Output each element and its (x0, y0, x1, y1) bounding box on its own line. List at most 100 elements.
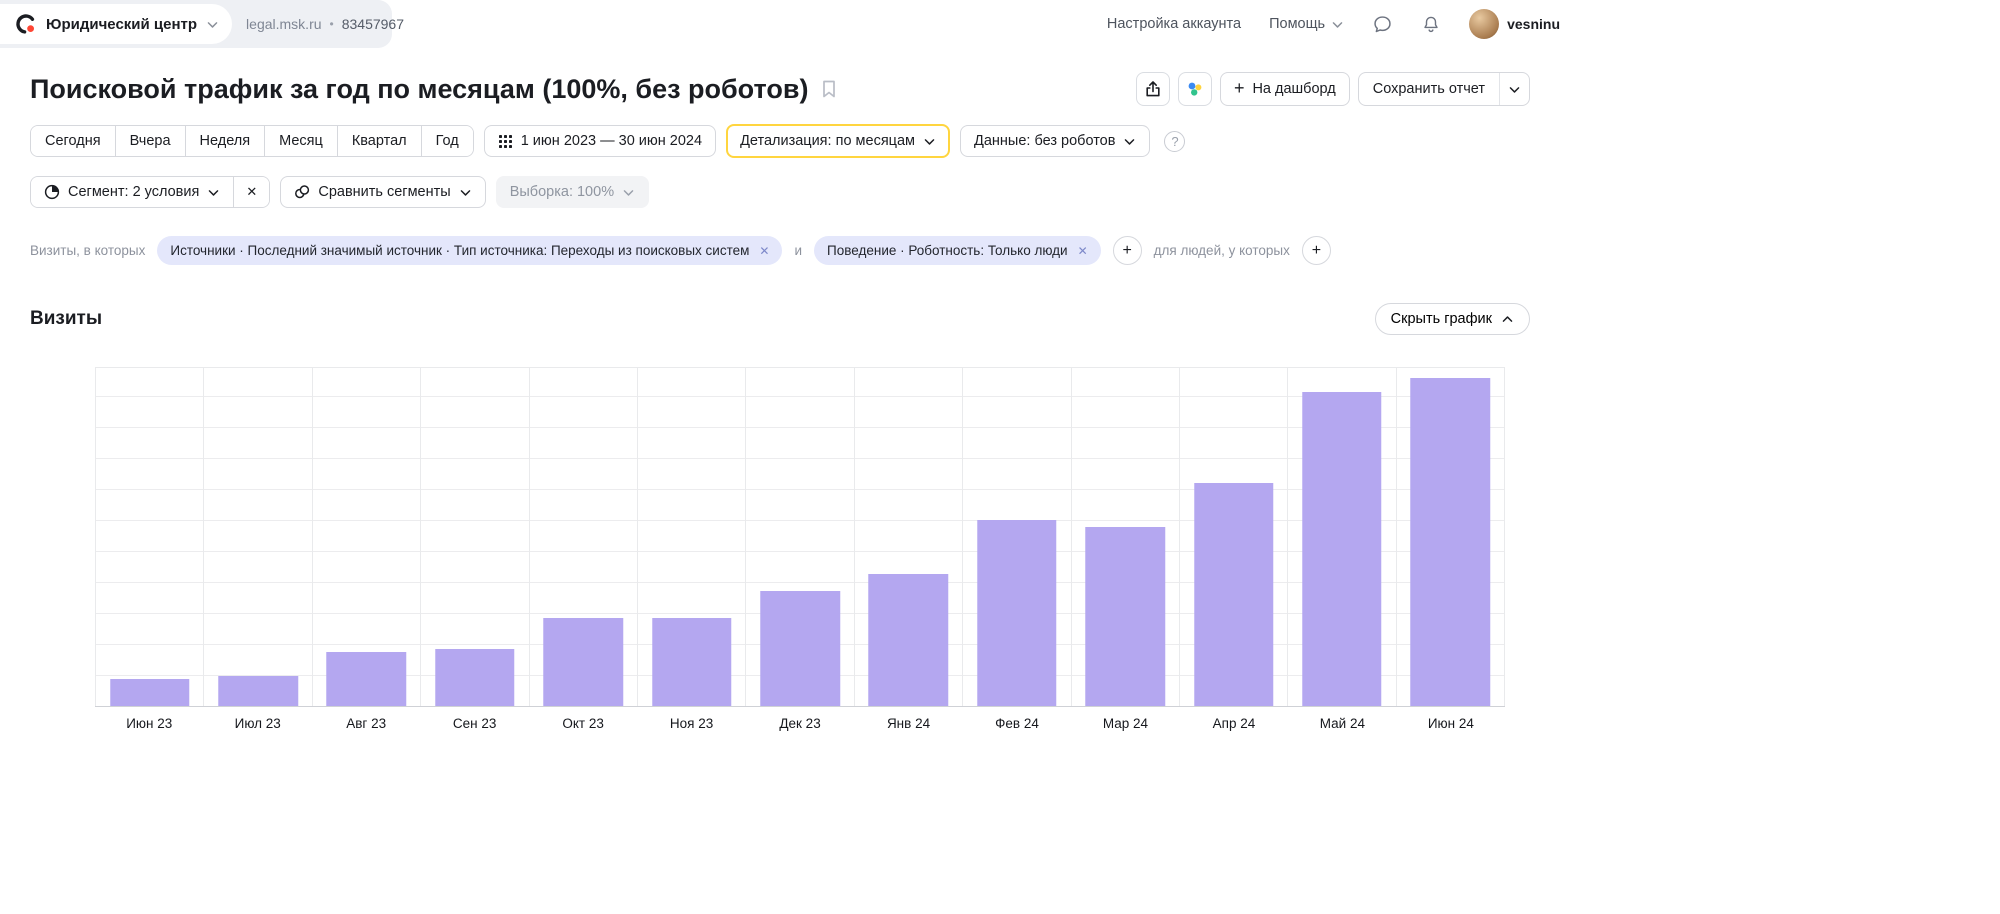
account-settings-link[interactable]: Настройка аккаунта (1107, 16, 1241, 32)
date-range-label: 1 июн 2023 — 30 июн 2024 (521, 133, 702, 149)
topbar: Юридический центр legal.msk.ru • 8345796… (0, 0, 1560, 48)
help-menu[interactable]: Помощь (1269, 16, 1344, 32)
chart-column (746, 368, 854, 706)
chart-x-label: Ноя 23 (637, 716, 745, 731)
report-title-text: Поисковой трафик за год по месяцам (100%… (30, 74, 808, 105)
chart-column (1072, 368, 1180, 706)
segment-conditions-row: Визиты, в которых Источники · Последний … (30, 236, 1530, 265)
save-report-label[interactable]: Сохранить отчет (1359, 73, 1499, 105)
chart-column (1397, 368, 1505, 706)
chat-icon[interactable] (1372, 14, 1393, 35)
chart-bar[interactable] (327, 652, 406, 706)
bookmark-icon[interactable] (820, 79, 838, 99)
sampling-dropdown[interactable]: Выборка: 100% (496, 176, 649, 208)
segment-condition-chip[interactable]: Источники · Последний значимый источник … (157, 236, 782, 265)
clear-segment-button[interactable]: ✕ (233, 177, 269, 207)
segment-condition-chip[interactable]: Поведение · Роботность: Только люди ✕ (814, 236, 1101, 265)
chart-x-label: Июл 23 (203, 716, 311, 731)
chart-column (204, 368, 312, 706)
dot-separator: • (330, 17, 334, 31)
metric-title: Визиты (30, 308, 102, 330)
plus-icon: + (1234, 79, 1245, 97)
counter-switcher[interactable]: Юридический центр (0, 4, 232, 44)
filter-row-periods: СегодняВчераНеделяМесяцКварталГод 1 июн … (30, 124, 1530, 158)
period-group: СегодняВчераНеделяМесяцКварталГод (30, 125, 474, 157)
close-icon[interactable]: ✕ (1078, 244, 1088, 258)
chart-bar[interactable] (110, 679, 189, 706)
chart-x-label: Окт 23 (529, 716, 637, 731)
chart-bar[interactable] (218, 676, 297, 706)
chart-column (638, 368, 746, 706)
question-icon[interactable]: ? (1164, 131, 1185, 152)
close-icon[interactable]: ✕ (759, 244, 769, 258)
chart-x-label: Июн 24 (1397, 716, 1505, 731)
app: Юридический центр legal.msk.ru • 8345796… (0, 0, 1560, 731)
counter-id: 83457967 (342, 16, 404, 32)
user-menu[interactable]: vesninu (1469, 9, 1560, 39)
export-share-button[interactable] (1136, 72, 1170, 106)
period-button[interactable]: Месяц (265, 126, 338, 156)
metrica-color-logo-icon[interactable] (1178, 72, 1212, 106)
chart-header: Визиты Скрыть график (30, 303, 1530, 335)
chart-bar[interactable] (1411, 378, 1490, 706)
chart-column (1288, 368, 1396, 706)
date-range-button[interactable]: 1 июн 2023 — 30 июн 2024 (484, 125, 716, 157)
for-people-label: для людей, у которых (1154, 243, 1290, 258)
add-visit-condition-button[interactable]: + (1113, 236, 1142, 265)
chart-bar[interactable] (760, 591, 839, 706)
avatar (1469, 9, 1499, 39)
counter-domain[interactable]: legal.msk.ru (246, 16, 321, 32)
period-button[interactable]: Вчера (116, 126, 186, 156)
chart-xlabels: Июн 23Июл 23Авг 23Сен 23Окт 23Ноя 23Дек … (95, 716, 1505, 731)
compare-segments-dropdown[interactable]: Сравнить сегменты (280, 176, 485, 208)
share-icon (1144, 80, 1162, 98)
bell-icon[interactable] (1421, 14, 1441, 35)
hide-chart-button[interactable]: Скрыть график (1375, 303, 1530, 335)
title-actions: + На дашборд Сохранить отчет (1136, 72, 1530, 106)
sampling-label: Выборка: 100% (510, 184, 614, 200)
help-label: Помощь (1269, 16, 1325, 32)
chart-bar[interactable] (435, 649, 514, 706)
counter-name: Юридический центр (46, 16, 197, 33)
add-to-dashboard-button[interactable]: + На дашборд (1220, 72, 1350, 106)
period-button[interactable]: Неделя (186, 126, 266, 156)
metrica-logo-icon (15, 13, 37, 35)
visits-in-which-label: Визиты, в которых (30, 243, 145, 258)
data-mode-label: Данные: без роботов (974, 133, 1115, 149)
chart-bar[interactable] (1302, 392, 1381, 706)
segment-group: Сегмент: 2 условия ✕ (30, 176, 270, 208)
chart-bar[interactable] (1194, 483, 1273, 706)
chart-bar[interactable] (977, 520, 1056, 706)
chart-plot (95, 367, 1505, 707)
save-report-caret[interactable] (1499, 73, 1529, 105)
chevron-down-icon (459, 186, 472, 199)
chart-column (855, 368, 963, 706)
data-mode-dropdown[interactable]: Данные: без роботов (960, 125, 1150, 157)
chart-x-label: Апр 24 (1180, 716, 1288, 731)
condition-text: Поведение · Роботность: Только люди (827, 243, 1068, 258)
add-people-condition-button[interactable]: + (1302, 236, 1331, 265)
chart-x-label: Сен 23 (420, 716, 528, 731)
username: vesninu (1507, 16, 1560, 32)
counter-meta: legal.msk.ru • 83457967 (246, 16, 404, 32)
detail-label: Детализация: по месяцам (740, 133, 915, 149)
topbar-right: Настройка аккаунта Помощь vesninu (1107, 9, 1560, 39)
segment-dropdown[interactable]: Сегмент: 2 условия (31, 177, 233, 207)
chart-bar[interactable] (869, 574, 948, 706)
chart-bar[interactable] (1085, 527, 1164, 706)
detail-dropdown[interactable]: Детализация: по месяцам (726, 124, 950, 158)
title-row: Поисковой трафик за год по месяцам (100%… (30, 72, 1530, 106)
chart-bar[interactable] (544, 618, 623, 706)
chart-column (421, 368, 529, 706)
filter-row-segments: Сегмент: 2 условия ✕ Сравнить сегменты (30, 176, 1530, 208)
period-button[interactable]: Год (422, 126, 473, 156)
chart-column (313, 368, 421, 706)
period-button[interactable]: Сегодня (31, 126, 116, 156)
close-icon: ✕ (246, 184, 257, 200)
plus-icon: + (1122, 242, 1131, 260)
chart-column (530, 368, 638, 706)
period-button[interactable]: Квартал (338, 126, 422, 156)
dashboard-button-label: На дашборд (1252, 81, 1335, 97)
chart-x-label: Май 24 (1288, 716, 1396, 731)
chart-bar[interactable] (652, 618, 731, 706)
